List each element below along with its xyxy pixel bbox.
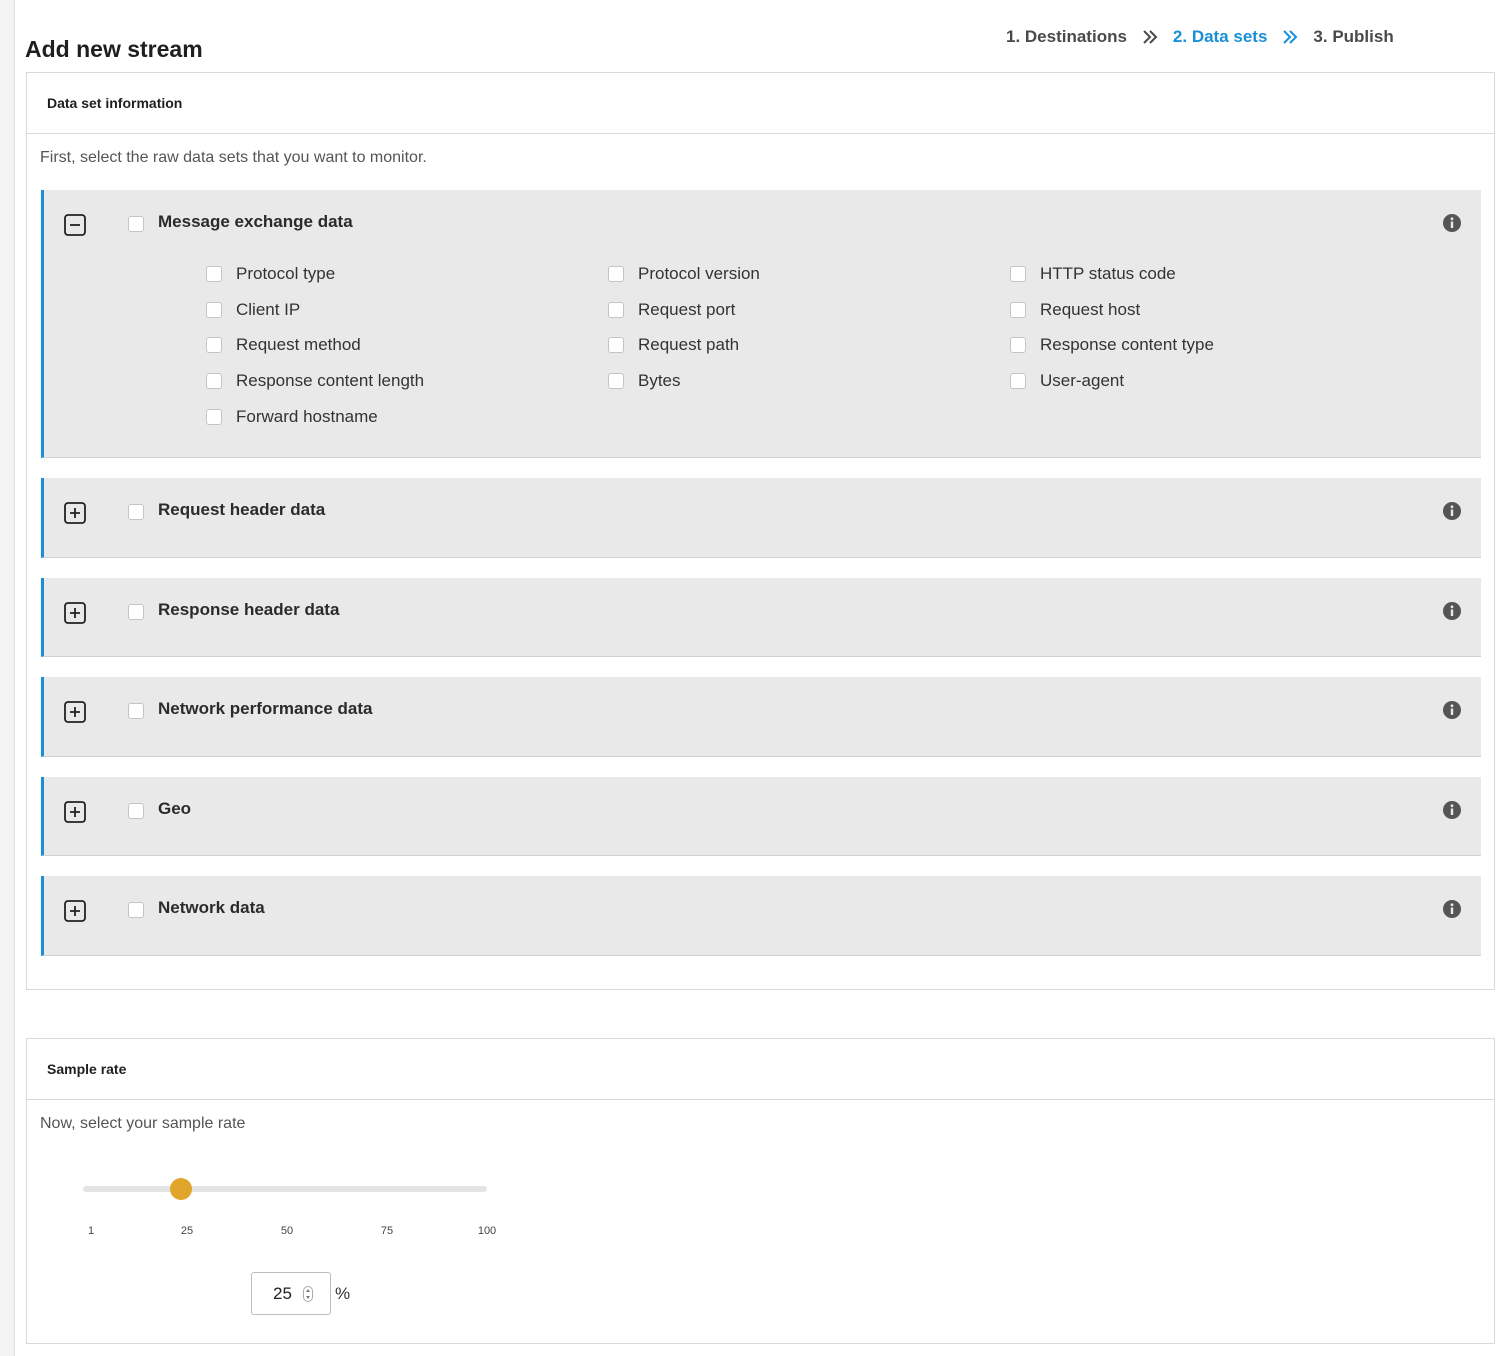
sample-rate-value: 25 — [273, 1283, 292, 1303]
group-checkbox[interactable] — [128, 604, 144, 620]
data-set-intro: First, select the raw data sets that you… — [40, 149, 427, 166]
field-label: Protocol version — [638, 263, 760, 283]
group-checkbox[interactable] — [128, 902, 144, 918]
plus-square-icon[interactable] — [63, 700, 87, 724]
group-label: Network data — [158, 898, 265, 917]
info-circle-icon[interactable] — [1442, 700, 1462, 720]
group-checkbox[interactable] — [128, 504, 144, 520]
slider-tick-label: 1 — [87, 1225, 95, 1237]
field-checkbox[interactable] — [206, 301, 222, 318]
field-checkbox[interactable] — [608, 337, 624, 354]
data-set-group-response-header: Response header data — [41, 578, 1481, 657]
group-label: Request header data — [158, 500, 326, 519]
slider-thumb[interactable] — [169, 1178, 192, 1200]
data-set-panel-heading: Data set information — [27, 73, 1494, 134]
field-response-content-length[interactable]: Response content length — [206, 363, 608, 399]
wizard-steps: 1. Destinations 2. Data sets 3. Publish — [1006, 27, 1394, 47]
field-request-method[interactable]: Request method — [206, 328, 608, 364]
data-set-group-network: Network data — [41, 876, 1481, 956]
field-checkbox[interactable] — [1010, 265, 1026, 282]
plus-square-icon[interactable] — [63, 899, 87, 923]
slider-tick-label: 75 — [380, 1225, 394, 1237]
field-label: Request host — [1040, 299, 1141, 319]
field-checkbox[interactable] — [206, 409, 222, 426]
field-bytes[interactable]: Bytes — [608, 363, 1010, 399]
field-grid: Protocol type Protocol version HTTP stat… — [206, 256, 1412, 435]
group-label: Message exchange data — [158, 212, 353, 231]
field-label: HTTP status code — [1040, 263, 1176, 283]
field-label: Bytes — [638, 371, 681, 391]
field-checkbox[interactable] — [206, 265, 222, 282]
field-forward-hostname[interactable]: Forward hostname — [206, 399, 608, 435]
group-checkbox[interactable] — [128, 703, 144, 719]
info-circle-icon[interactable] — [1442, 213, 1462, 233]
sample-rate-panel: Sample rate Now, select your sample rate… — [26, 1038, 1495, 1344]
field-label: User-agent — [1040, 371, 1125, 391]
field-request-port[interactable]: Request port — [608, 292, 1010, 328]
field-client-ip[interactable]: Client IP — [206, 292, 608, 328]
field-label: Client IP — [236, 299, 301, 319]
info-circle-icon[interactable] — [1442, 601, 1462, 621]
stepper-arrows-icon[interactable] — [303, 1286, 313, 1302]
info-circle-icon[interactable] — [1442, 899, 1462, 919]
field-checkbox[interactable] — [608, 373, 624, 390]
info-circle-icon[interactable] — [1442, 800, 1462, 820]
slider-tick-label: 25 — [180, 1225, 194, 1237]
percent-unit: % — [335, 1284, 351, 1303]
wizard-step-publish[interactable]: 3. Publish — [1313, 27, 1393, 47]
left-rail — [0, 0, 15, 1356]
field-request-path[interactable]: Request path — [608, 328, 1010, 364]
sample-rate-intro: Now, select your sample rate — [40, 1115, 246, 1132]
plus-square-icon[interactable] — [63, 501, 87, 525]
group-label: Geo — [158, 799, 192, 818]
data-set-group-geo: Geo — [41, 777, 1481, 856]
group-label: Network performance data — [158, 699, 373, 718]
group-checkbox[interactable] — [128, 216, 144, 232]
group-label: Response header data — [158, 600, 340, 619]
field-user-agent[interactable]: User-agent — [1010, 363, 1412, 399]
field-checkbox[interactable] — [608, 301, 624, 318]
field-protocol-version[interactable]: Protocol version — [608, 256, 1010, 292]
field-request-host[interactable]: Request host — [1010, 292, 1412, 328]
wizard-step-data-sets[interactable]: 2. Data sets — [1173, 27, 1268, 47]
page-title: Add new stream — [25, 36, 203, 62]
double-chevron-right-icon — [1127, 28, 1173, 46]
field-response-content-type[interactable]: Response content type — [1010, 328, 1412, 364]
slider-tick-label: 50 — [280, 1225, 294, 1237]
field-label: Response content length — [236, 371, 425, 391]
field-checkbox[interactable] — [1010, 337, 1026, 354]
field-label: Request port — [638, 299, 736, 319]
data-set-group-request-header: Request header data — [41, 478, 1481, 558]
double-chevron-right-icon — [1267, 28, 1313, 46]
field-label: Forward hostname — [236, 407, 378, 427]
minus-square-icon[interactable] — [63, 213, 87, 237]
data-set-group-network-performance: Network performance data — [41, 677, 1481, 757]
field-protocol-type[interactable]: Protocol type — [206, 256, 608, 292]
sample-rate-number-input[interactable]: 25 — [251, 1272, 331, 1315]
sample-rate-heading: Sample rate — [27, 1039, 1494, 1100]
field-checkbox[interactable] — [1010, 301, 1026, 318]
slider-track[interactable] — [83, 1186, 487, 1192]
field-label: Protocol type — [236, 263, 336, 283]
field-label: Response content type — [1040, 335, 1214, 355]
slider-tick-label: 100 — [477, 1225, 497, 1237]
wizard-step-destinations[interactable]: 1. Destinations — [1006, 27, 1127, 47]
group-checkbox[interactable] — [128, 803, 144, 819]
plus-square-icon[interactable] — [63, 800, 87, 824]
field-label: Request method — [236, 335, 361, 355]
field-label: Request path — [638, 335, 740, 355]
info-circle-icon[interactable] — [1442, 501, 1462, 521]
field-http-status-code[interactable]: HTTP status code — [1010, 256, 1412, 292]
plus-square-icon[interactable] — [63, 601, 87, 625]
field-checkbox[interactable] — [1010, 373, 1026, 390]
field-checkbox[interactable] — [206, 337, 222, 354]
field-checkbox[interactable] — [206, 373, 222, 390]
sample-rate-slider[interactable] — [83, 1178, 487, 1200]
field-checkbox[interactable] — [608, 265, 624, 282]
data-set-group-message-exchange: Message exchange data Protocol type Prot… — [41, 190, 1481, 458]
data-set-panel: Data set information First, select the r… — [26, 72, 1495, 990]
